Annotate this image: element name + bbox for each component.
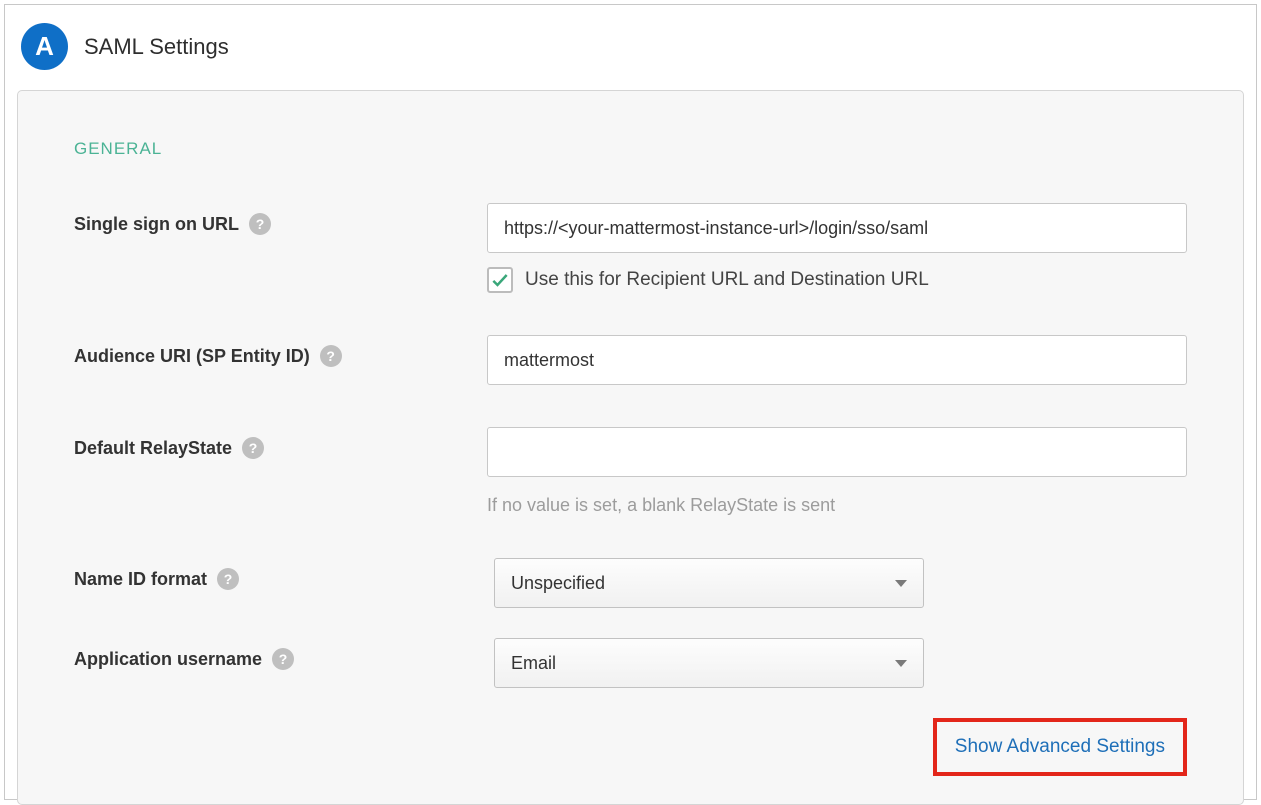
label-col: Default RelayState ? [74,427,487,459]
page-header: A SAML Settings [17,23,1244,70]
app-username-value: Email [511,653,556,674]
page-title: SAML Settings [84,34,229,60]
settings-frame: A SAML Settings GENERAL Single sign on U… [4,4,1257,800]
input-col: Unspecified [494,558,1187,608]
sso-url-label: Single sign on URL [74,214,239,235]
general-panel: GENERAL Single sign on URL ? Use this fo… [17,90,1244,805]
relay-state-label: Default RelayState [74,438,232,459]
input-col: Use this for Recipient URL and Destinati… [487,203,1187,293]
name-id-format-label: Name ID format [74,569,207,590]
row-sso-url: Single sign on URL ? Use this for Recipi… [74,203,1187,293]
label-col: Audience URI (SP Entity ID) ? [74,335,487,367]
recipient-checkbox[interactable] [487,267,513,293]
label-col: Name ID format ? [74,558,494,590]
help-icon[interactable]: ? [249,213,271,235]
name-id-format-value: Unspecified [511,573,605,594]
footer-row: Show Advanced Settings [74,718,1187,776]
relay-state-input[interactable] [487,427,1187,477]
help-icon[interactable]: ? [242,437,264,459]
show-advanced-link[interactable]: Show Advanced Settings [955,736,1165,757]
help-icon[interactable]: ? [320,345,342,367]
app-username-label: Application username [74,649,262,670]
audience-uri-label: Audience URI (SP Entity ID) [74,346,310,367]
input-col [487,335,1187,385]
label-col: Application username ? [74,638,494,670]
input-col: If no value is set, a blank RelayState i… [487,427,1187,516]
help-icon[interactable]: ? [272,648,294,670]
row-relay-state: Default RelayState ? If no value is set,… [74,427,1187,516]
help-icon[interactable]: ? [217,568,239,590]
app-username-select[interactable]: Email [494,638,924,688]
audience-uri-input[interactable] [487,335,1187,385]
input-col: Email [494,638,1187,688]
label-col: Single sign on URL ? [74,203,487,235]
check-icon [490,270,510,290]
app-avatar: A [21,23,68,70]
recipient-checkbox-label: Use this for Recipient URL and Destinati… [525,269,929,291]
row-audience-uri: Audience URI (SP Entity ID) ? [74,335,1187,385]
advanced-highlight-box: Show Advanced Settings [933,718,1187,776]
section-heading-general: GENERAL [74,139,1187,159]
sso-url-input[interactable] [487,203,1187,253]
chevron-down-icon [895,580,907,587]
chevron-down-icon [895,660,907,667]
row-name-id-format: Name ID format ? Unspecified [74,558,1187,608]
row-app-username: Application username ? Email [74,638,1187,688]
relay-state-hint: If no value is set, a blank RelayState i… [487,495,1187,516]
name-id-format-select[interactable]: Unspecified [494,558,924,608]
recipient-checkbox-row: Use this for Recipient URL and Destinati… [487,267,1187,293]
